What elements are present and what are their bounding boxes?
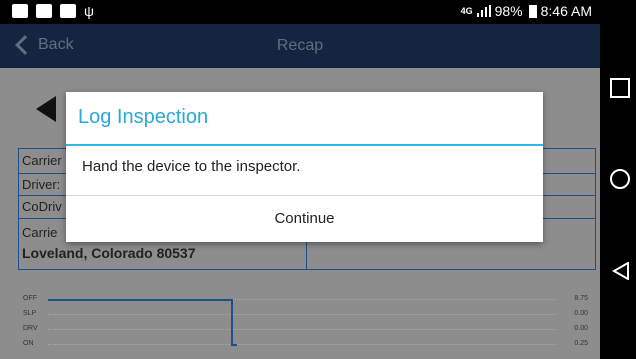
- graph-label-slp: SLP: [23, 310, 37, 317]
- app-header: Back Recap: [0, 24, 600, 68]
- dialog-title: Log Inspection: [78, 106, 209, 128]
- continue-button[interactable]: Continue: [66, 196, 543, 242]
- graph-value-slp: 0.00: [574, 310, 588, 317]
- clock: 8:46 AM: [540, 3, 592, 19]
- graph-value-drv: 0.00: [574, 325, 588, 332]
- dialog-message: Hand the device to the inspector.: [82, 158, 301, 175]
- status-line-off: [48, 299, 232, 301]
- dialog-title-divider: [66, 144, 543, 146]
- battery-percent: 98%: [494, 3, 523, 19]
- grid-line: [48, 344, 556, 345]
- previous-day-icon[interactable]: [36, 96, 56, 122]
- navigation-bar: [600, 0, 636, 359]
- codriver-label: CoDriv: [22, 199, 62, 214]
- notification-icons: ψ: [12, 4, 94, 18]
- log-inspection-dialog: Log Inspection Hand the device to the in…: [66, 92, 543, 242]
- carrier-address: Loveland, Colorado 80537: [22, 245, 196, 261]
- notification-square-icon: [60, 4, 76, 18]
- graph-value-on: 0.25: [574, 340, 588, 347]
- signal-icon: [476, 5, 491, 17]
- gallery-icon: [36, 4, 52, 18]
- system-indicators: 4G 98% 8:46 AM: [461, 3, 592, 19]
- graph-value-off: 8.75: [574, 295, 588, 302]
- grid-line: [48, 329, 556, 330]
- page-title: Recap: [276, 37, 324, 54]
- graph-label-on: ON: [23, 340, 34, 347]
- status-line-transition: [231, 299, 233, 345]
- graph-label-off: OFF: [23, 295, 37, 302]
- carrier-address-label: Carrie: [22, 225, 58, 240]
- duty-status-graph: OFF SLP DRV ON 8.75 0.00 0.00 0.25: [18, 288, 594, 354]
- back-triangle-icon[interactable]: [612, 262, 630, 280]
- battery-icon: [528, 4, 537, 18]
- graph-label-drv: DRV: [23, 325, 38, 332]
- recent-apps-icon[interactable]: [610, 78, 630, 98]
- network-type: 4G: [460, 5, 473, 16]
- home-icon[interactable]: [610, 169, 630, 189]
- grid-line: [48, 314, 556, 315]
- message-icon: [12, 4, 28, 18]
- carrier-label: Carrier: [22, 153, 62, 168]
- status-line-on: [231, 344, 237, 346]
- usb-icon: ψ: [84, 3, 94, 19]
- status-bar: ψ 4G 98% 8:46 AM: [0, 0, 600, 24]
- driver-label: Driver:: [22, 177, 61, 192]
